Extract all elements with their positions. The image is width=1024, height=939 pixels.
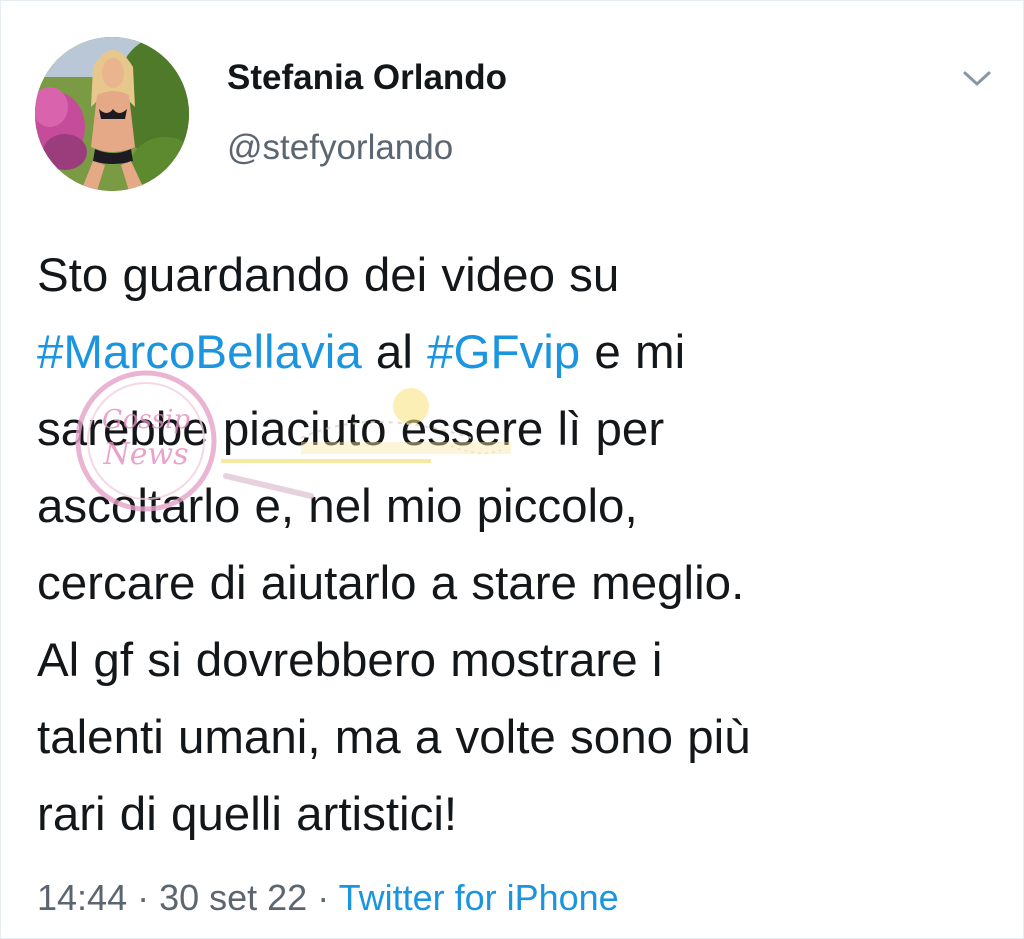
tweet-text-segment: talenti umani, ma a volte sono più [37, 711, 751, 764]
tweet-text-segment: sarebbe piaciuto essere lì per [37, 403, 665, 456]
meta-separator: · [307, 877, 339, 918]
tweet-text-segment: Sto guardando dei video su [37, 249, 620, 302]
tweet-text-segment: al [361, 326, 428, 379]
tweet-time[interactable]: 14:44 [37, 877, 127, 918]
tweet-text-segment: Al gf si dovrebbero mostrare i [37, 634, 663, 687]
tweet-text-line: #MarcoBellavia al #GFvip e mi [37, 314, 997, 391]
tweet-text-segment: rari di quelli artistici! [37, 788, 458, 841]
tweet-text-segment: e mi [580, 326, 686, 379]
tweet-text-segment: cercare di aiutarlo a stare meglio. [37, 557, 745, 610]
tweet-menu-button[interactable] [957, 61, 997, 97]
author-handle[interactable]: @stefyorlando [227, 128, 453, 168]
hashtag-link[interactable]: #GFvip [427, 326, 580, 379]
tweet-text-line: sarebbe piaciuto essere lì per [37, 391, 997, 468]
tweet-text: Sto guardando dei video su #MarcoBellavia… [37, 237, 997, 853]
tweet-date[interactable]: 30 set 22 [159, 877, 307, 918]
chevron-down-icon [963, 71, 991, 86]
meta-separator: · [127, 877, 160, 918]
avatar[interactable] [35, 37, 189, 191]
tweet-text-line: rari di quelli artistici! [37, 776, 997, 853]
tweet-card: Stefania Orlando @stefyorlando Sto guard… [0, 0, 1024, 939]
hashtag-link[interactable]: #MarcoBellavia [37, 326, 362, 379]
tweet-text-line: ascoltarlo e, nel mio piccolo, [37, 468, 997, 545]
tweet-text-line: Sto guardando dei video su [37, 237, 997, 314]
tweet-text-line: Al gf si dovrebbero mostrare i [37, 622, 997, 699]
tweet-text-line: talenti umani, ma a volte sono più [37, 699, 997, 776]
tweet-meta: 14:44 · 30 set 22 · Twitter for iPhone [37, 877, 619, 919]
tweet-source-link[interactable]: Twitter for iPhone [339, 877, 619, 918]
author-display-name[interactable]: Stefania Orlando [227, 58, 507, 98]
tweet-text-segment: ascoltarlo e, nel mio piccolo, [37, 480, 638, 533]
tweet-text-line: cercare di aiutarlo a stare meglio. [37, 545, 997, 622]
